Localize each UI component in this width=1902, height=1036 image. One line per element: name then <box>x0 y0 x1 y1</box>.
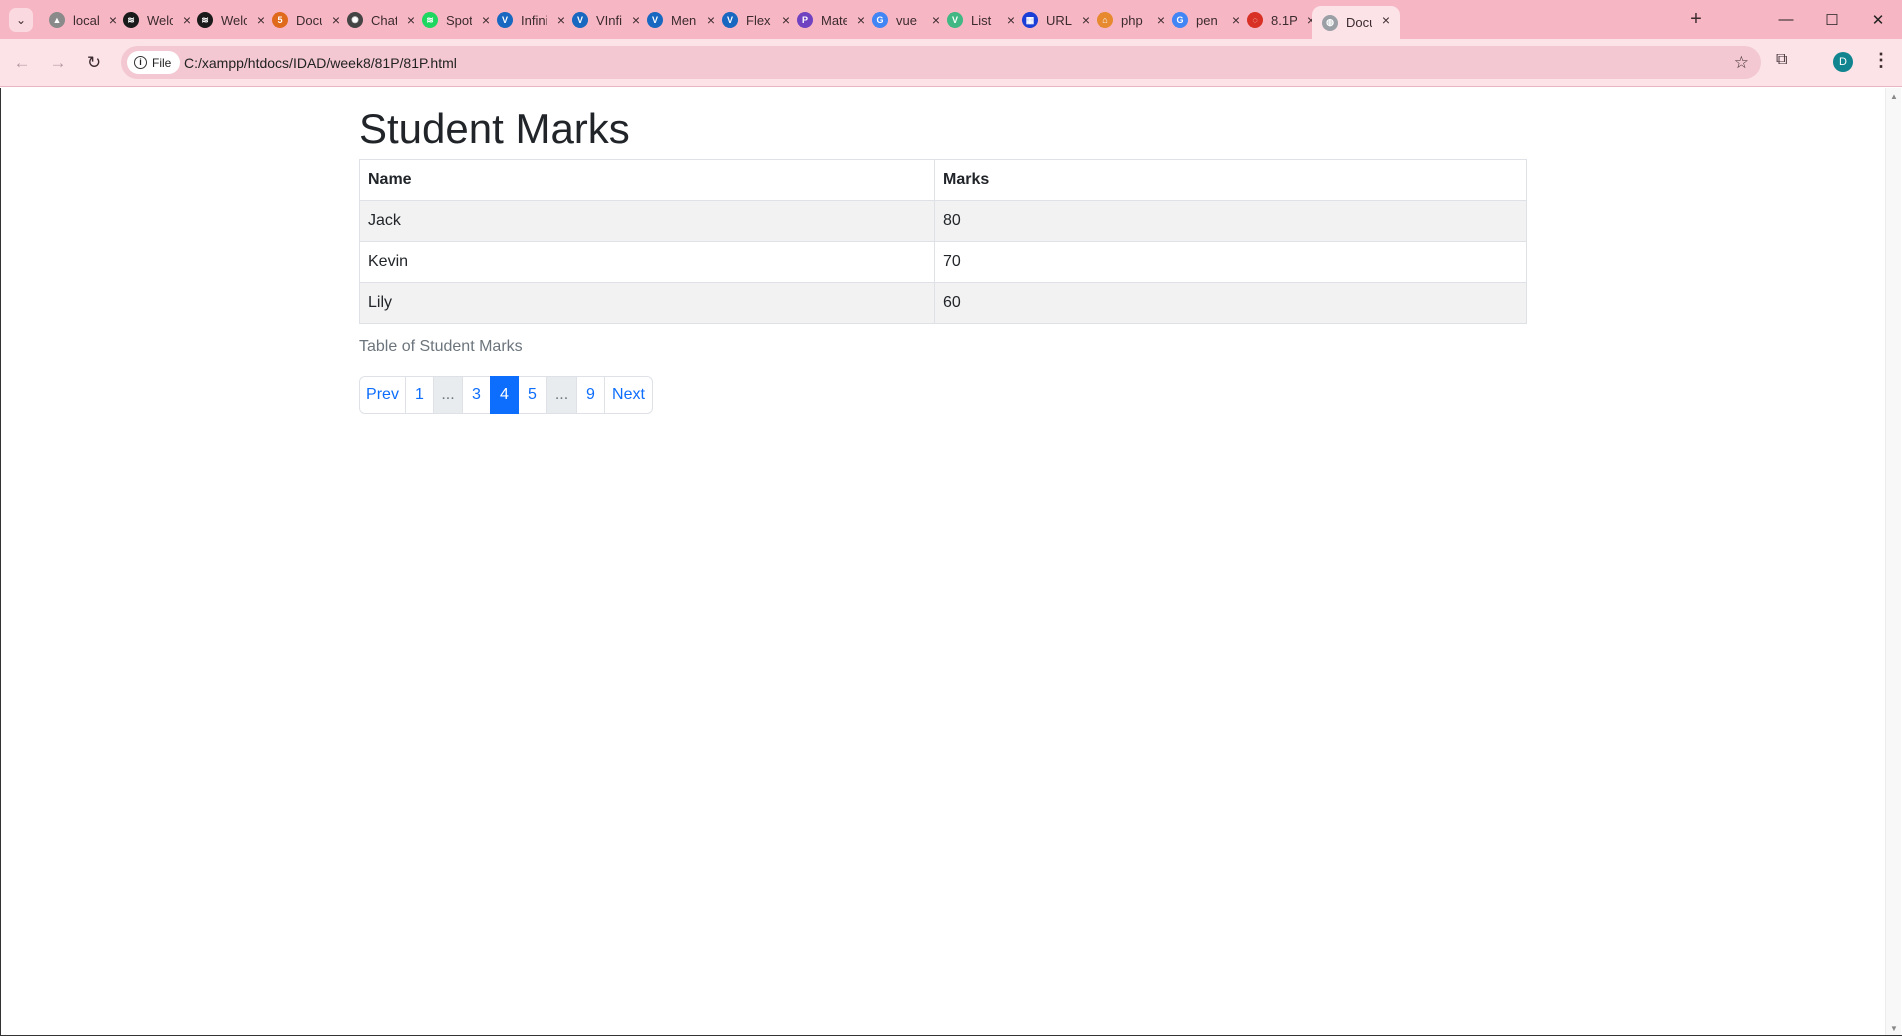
openai-icon: ✺ <box>347 12 363 28</box>
globe-icon: ◍ <box>1322 14 1338 31</box>
tab-title: vue <box>896 12 917 28</box>
tab-title: Menus <box>671 12 697 28</box>
maximize-icon: ☐ <box>1825 11 1839 29</box>
table-row: Kevin 70 <box>359 241 1527 283</box>
url-text[interactable]: C:/xampp/htdocs/IDAD/week8/81P/81P.html <box>184 55 457 71</box>
cell-marks: 70 <box>934 241 1527 283</box>
cell-name: Lily <box>359 282 935 324</box>
container: Student Marks Name Marks Jack 80 Kevin 70 Li… <box>359 88 1529 414</box>
chevron-down-icon: ⌄ <box>15 13 27 27</box>
tab-strip: ⌄ ▲localhost×≋Welcome×≋Welcome×5Document… <box>0 0 1902 39</box>
tab-title: Material <box>821 12 847 28</box>
back-button[interactable]: ← <box>10 51 34 75</box>
marks-table: Name Marks Jack 80 Kevin 70 Lily 60 <box>359 159 1527 324</box>
page-title: Student Marks <box>359 105 630 152</box>
next-page-button[interactable]: Next <box>604 376 653 414</box>
tab-title: localhost <box>73 12 99 28</box>
site-info-label: File <box>152 55 172 70</box>
page-link-9[interactable]: 9 <box>576 376 605 414</box>
pagination: Prev 1... 3 4 5... 9 Next <box>359 376 1529 414</box>
tab-title: ChatGPT <box>371 12 397 28</box>
vuetify-icon: V <box>497 12 513 28</box>
tab-title: URL <box>1046 12 1072 28</box>
spotify-icon: ≋ <box>422 12 438 28</box>
plus-icon: + <box>1690 8 1702 30</box>
close-icon: ✕ <box>1871 11 1885 29</box>
more-menu-icon[interactable]: ⋮ <box>1872 50 1890 71</box>
site-info-chip[interactable]: i File <box>127 51 181 74</box>
html-icon: 5 <box>272 12 288 28</box>
window-border-left <box>0 88 1 1036</box>
google-icon: G <box>872 12 888 28</box>
tab-title: List <box>971 12 992 28</box>
cell-marks: 60 <box>934 282 1527 324</box>
tab-title: VInfinite <box>596 12 622 28</box>
close-tab-icon[interactable]: × <box>1378 12 1394 28</box>
php-icon: ⌂ <box>1097 12 1113 28</box>
table-caption: Table of Student Marks <box>359 338 523 355</box>
arrow-left-icon: ← <box>13 53 31 72</box>
info-icon: i <box>134 56 147 69</box>
reload-icon: ↻ <box>86 53 102 72</box>
vue-icon: V <box>947 12 963 28</box>
page-viewport: Student Marks Name Marks Jack 80 Kevin 70 Li… <box>1 88 1885 1035</box>
vuetify-icon: V <box>722 12 738 28</box>
table-header-row: Name Marks <box>359 159 1527 201</box>
table-row: Jack 80 <box>359 200 1527 242</box>
table-body: Jack 80 Kevin 70 Lily 60 <box>359 200 1527 324</box>
minimize-icon: — <box>1778 11 1794 28</box>
xampp-icon: ▲ <box>49 12 65 28</box>
address-bar[interactable]: i File C:/xampp/htdocs/IDAD/week8/81P/81… <box>121 46 1761 79</box>
tab-title: Flex <box>746 12 771 28</box>
reload-button[interactable]: ↻ <box>82 51 106 75</box>
prev-page-button[interactable]: Prev <box>359 376 406 414</box>
table-row: Lily 60 <box>359 282 1527 324</box>
spotify-icon: ≋ <box>123 12 139 28</box>
column-header-marks: Marks <box>934 159 1527 201</box>
scroll-down-icon[interactable]: ▼ <box>1890 1024 1898 1033</box>
scroll-up-icon[interactable]: ▲ <box>1890 92 1898 101</box>
bookmark-star-icon[interactable]: ☆ <box>1734 53 1749 73</box>
tab-title: pen <box>1196 12 1218 28</box>
vuetify-icon: V <box>572 12 588 28</box>
tab-title: Infinite <box>521 12 547 28</box>
new-tab-button[interactable]: + <box>1683 8 1709 32</box>
tab-title: Welcome <box>221 12 247 28</box>
minimize-button[interactable]: — <box>1763 0 1809 39</box>
google-icon: G <box>1172 12 1188 28</box>
spotify-icon: ≋ <box>197 12 213 28</box>
tab-title: Document <box>1346 15 1372 30</box>
tab-title: php <box>1121 12 1143 28</box>
vuetify-icon: V <box>647 12 663 28</box>
forward-button[interactable]: → <box>46 51 70 75</box>
browser-tab[interactable]: ◍ Document × <box>1312 6 1400 39</box>
material-icon: P <box>797 12 813 28</box>
tab-title: 8.1P <box>1271 12 1297 28</box>
page-link-5[interactable]: 5 <box>518 376 547 414</box>
loading-icon: ◌ <box>1247 12 1263 28</box>
page-link-4[interactable]: 4 <box>490 376 519 414</box>
cell-name: Kevin <box>359 241 935 283</box>
page-link-3[interactable]: 3 <box>462 376 491 414</box>
extensions-icon[interactable]: ⧉ <box>1776 51 1787 69</box>
browser-toolbar: ← → ↻ i File C:/xampp/htdocs/IDAD/week8/… <box>0 39 1902 87</box>
profile-avatar[interactable]: D <box>1833 52 1853 72</box>
page-ellipsis: ... <box>433 376 463 414</box>
page-link-1[interactable]: 1 <box>405 376 434 414</box>
tab-title: Welcome <box>147 12 173 28</box>
cell-name: Jack <box>359 200 935 242</box>
tab-title: Spotify <box>446 12 472 28</box>
vertical-scrollbar[interactable]: ▲ ▼ <box>1885 88 1901 1035</box>
close-window-button[interactable]: ✕ <box>1855 0 1901 39</box>
tab-search-button[interactable]: ⌄ <box>9 8 33 32</box>
column-header-name: Name <box>359 159 935 201</box>
cell-marks: 80 <box>934 200 1527 242</box>
tab-title: Document <box>296 12 322 28</box>
maximize-button[interactable]: ☐ <box>1809 0 1855 39</box>
arrow-right-icon: → <box>49 53 67 72</box>
page-ellipsis: ... <box>546 376 577 414</box>
w3schools-icon: ▦ <box>1022 12 1038 28</box>
